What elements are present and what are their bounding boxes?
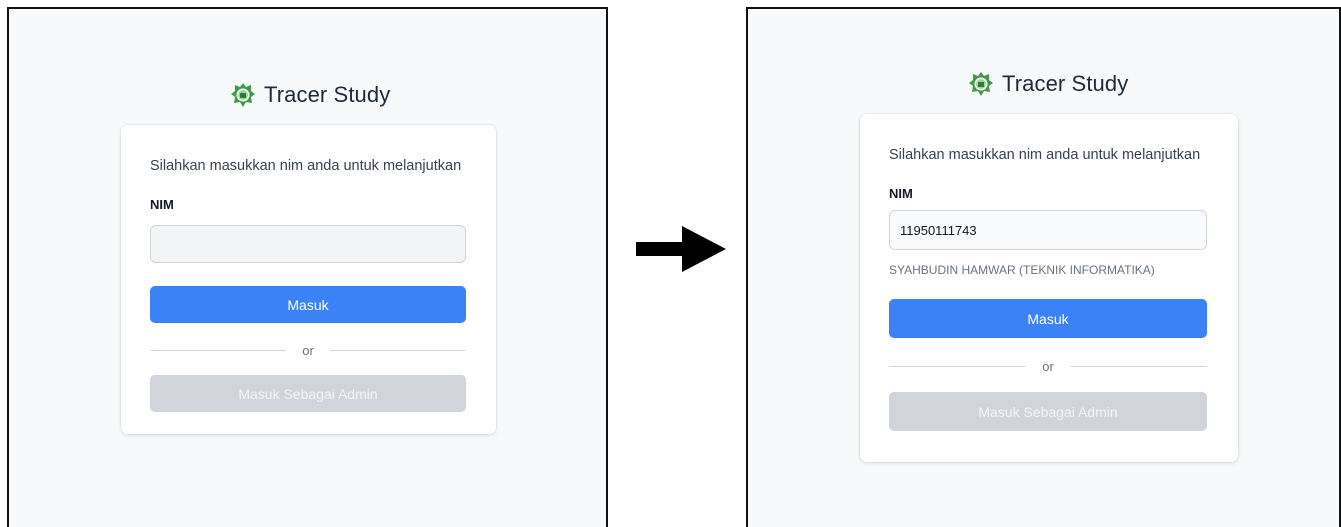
divider-line bbox=[329, 349, 466, 351]
login-button[interactable]: Masuk bbox=[889, 299, 1207, 338]
university-logo-icon bbox=[231, 83, 255, 107]
nim-input[interactable] bbox=[889, 210, 1207, 250]
university-logo-icon bbox=[969, 72, 993, 96]
admin-login-button[interactable]: Masuk Sebagai Admin bbox=[889, 392, 1207, 431]
student-name-text: SYAHBUDIN HAMWAR (TEKNIK INFORMATIKA) bbox=[889, 263, 1155, 277]
arrow-right-icon bbox=[636, 226, 726, 272]
brand-header: Tracer Study bbox=[230, 82, 390, 108]
nim-label: NIM bbox=[150, 197, 174, 212]
brand-title: Tracer Study bbox=[1002, 71, 1129, 96]
login-card: Silahkan masukkan nim anda untuk melanju… bbox=[121, 125, 496, 434]
brand-title: Tracer Study bbox=[264, 82, 391, 107]
or-divider: or bbox=[150, 342, 466, 358]
login-prompt: Silahkan masukkan nim anda untuk melanju… bbox=[150, 158, 462, 174]
brand-header: Tracer Study bbox=[968, 71, 1128, 97]
login-screen-after: Tracer Study Silahkan masukkan nim anda … bbox=[746, 7, 1341, 527]
divider-text: or bbox=[302, 342, 314, 358]
nim-input[interactable] bbox=[150, 225, 466, 263]
login-screen-before: Tracer Study Silahkan masukkan nim anda … bbox=[7, 7, 608, 527]
admin-login-button[interactable]: Masuk Sebagai Admin bbox=[150, 375, 466, 412]
divider-line bbox=[1069, 365, 1207, 367]
divider-text: or bbox=[1042, 358, 1054, 374]
divider-line bbox=[889, 365, 1027, 367]
login-prompt: Silahkan masukkan nim anda untuk melanju… bbox=[889, 147, 1201, 163]
login-card: Silahkan masukkan nim anda untuk melanju… bbox=[860, 114, 1238, 462]
login-button[interactable]: Masuk bbox=[150, 286, 466, 323]
nim-label: NIM bbox=[889, 186, 913, 201]
divider-line bbox=[150, 349, 287, 351]
or-divider: or bbox=[889, 358, 1207, 374]
